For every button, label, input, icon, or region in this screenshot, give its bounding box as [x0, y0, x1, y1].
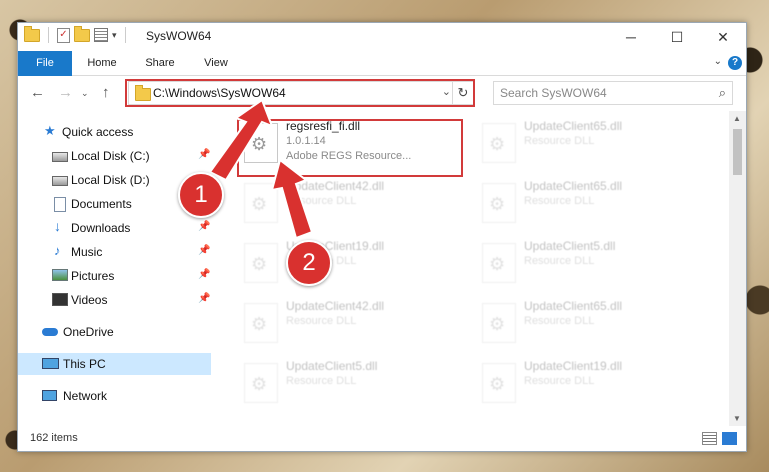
- arrow-to-file: [270, 158, 314, 240]
- annotation-arrows: [208, 98, 314, 240]
- step-1-badge: 1: [178, 172, 224, 218]
- step-2-badge: 2: [286, 240, 332, 286]
- arrow-to-address-bar: [208, 98, 274, 182]
